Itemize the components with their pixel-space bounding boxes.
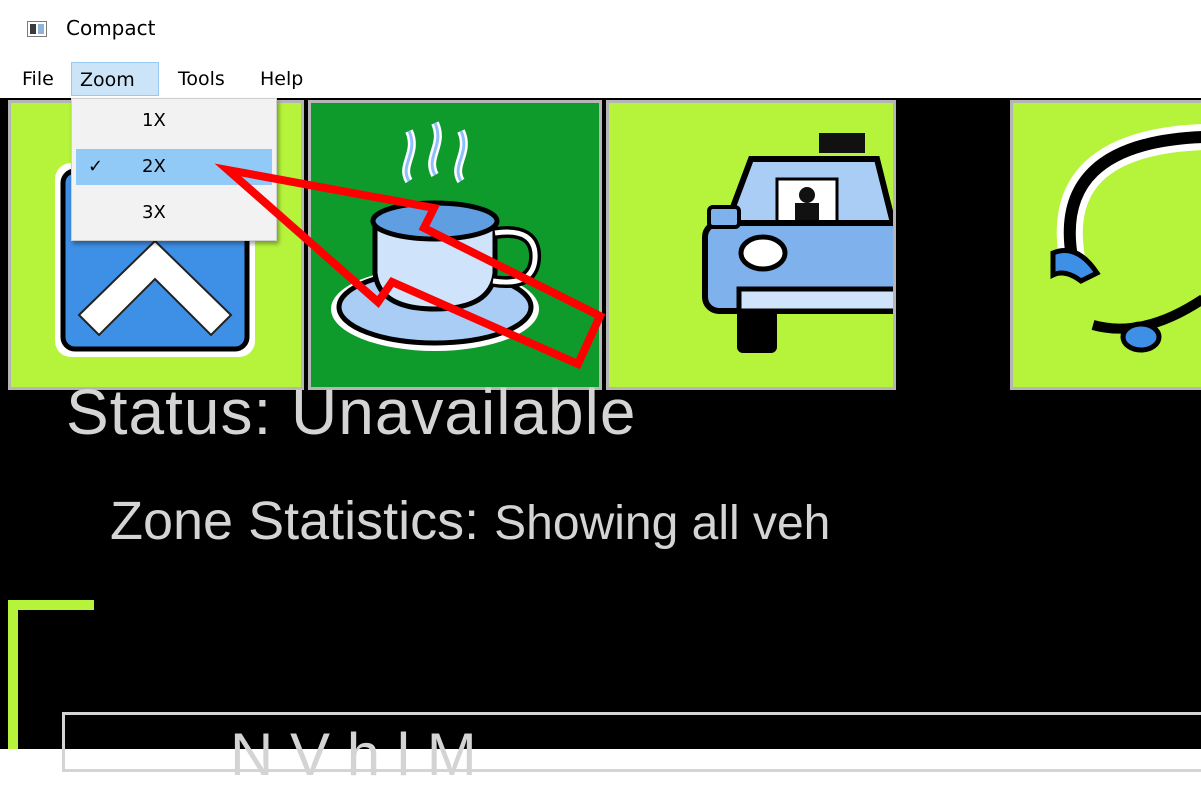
zoom-option-2x[interactable]: ✓ 2X xyxy=(76,149,272,185)
title-bar: Compact xyxy=(0,0,1201,58)
coffee-cup-icon xyxy=(331,121,542,351)
toolbar-button-break[interactable] xyxy=(308,100,602,390)
checkmark-icon: ✓ xyxy=(88,156,104,177)
zoom-dropdown: 1X ✓ 2X 3X xyxy=(71,98,277,241)
menu-tools[interactable]: Tools xyxy=(170,62,233,96)
group-frame-left xyxy=(8,600,18,749)
zoom-option-3x[interactable]: 3X xyxy=(76,195,272,231)
app-icon xyxy=(27,21,47,37)
menu-file[interactable]: File xyxy=(14,62,62,96)
status-text: Status: Unavailable xyxy=(66,376,637,448)
zone-label: Zone Statistics: xyxy=(110,491,480,551)
zone-detail: Showing all veh xyxy=(494,497,831,550)
zone-statistics-heading: Zone Statistics: Showing all veh xyxy=(110,490,830,552)
zoom-option-1x[interactable]: 1X xyxy=(76,103,272,139)
group-frame-top xyxy=(8,600,94,610)
toolbar-button-dispatch[interactable] xyxy=(1010,100,1201,390)
taxi-icon xyxy=(702,133,893,353)
headset-icon xyxy=(1050,124,1201,353)
toolbar-button-taxi[interactable] xyxy=(606,100,896,390)
zoom-option-label: 2X xyxy=(142,156,166,177)
zoom-option-label: 1X xyxy=(142,110,166,131)
menu-zoom[interactable]: Zoom xyxy=(71,62,159,96)
window-title: Compact xyxy=(66,16,156,40)
zoom-option-label: 3X xyxy=(142,202,166,223)
menu-help[interactable]: Help xyxy=(252,62,311,96)
table-header-fragment: N V h l M xyxy=(230,721,477,788)
